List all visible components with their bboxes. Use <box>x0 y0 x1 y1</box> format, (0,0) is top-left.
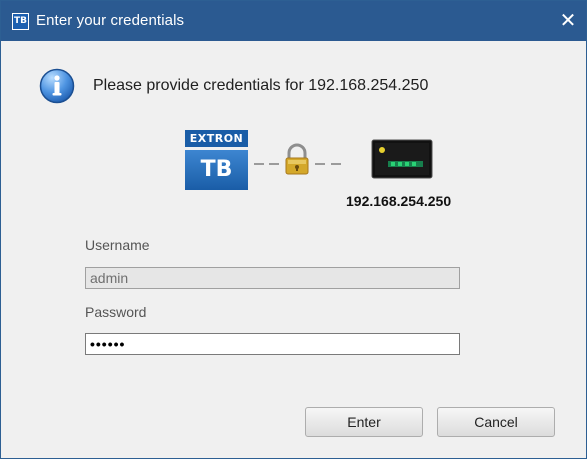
app-icon: TB <box>12 13 29 30</box>
lock-icon <box>285 143 309 175</box>
device-address-label: 192.168.254.250 <box>346 193 452 209</box>
enter-button[interactable]: Enter <box>305 407 423 437</box>
extron-logo-bottom: TB <box>185 150 248 190</box>
dialog-content: Please provide credentials for 192.168.2… <box>1 41 586 458</box>
username-label: Username <box>85 237 150 253</box>
extron-tb-logo: EXTRON TB <box>185 130 248 190</box>
password-field[interactable] <box>85 333 460 355</box>
password-label: Password <box>85 304 147 320</box>
extron-logo-top: EXTRON <box>185 130 248 147</box>
close-button[interactable]: ✕ <box>550 1 586 41</box>
info-icon <box>39 68 75 104</box>
device-icon <box>371 139 433 179</box>
connection-lock-graphic <box>254 143 341 175</box>
credentials-dialog: TB Enter your credentials ✕ Please provi… <box>0 0 587 459</box>
dialog-titlebar[interactable]: TB Enter your credentials ✕ <box>1 1 586 41</box>
cancel-button[interactable]: Cancel <box>437 407 555 437</box>
username-field[interactable] <box>85 267 460 289</box>
dialog-title: Enter your credentials <box>36 12 185 29</box>
credentials-message: Please provide credentials for 192.168.2… <box>93 77 429 94</box>
